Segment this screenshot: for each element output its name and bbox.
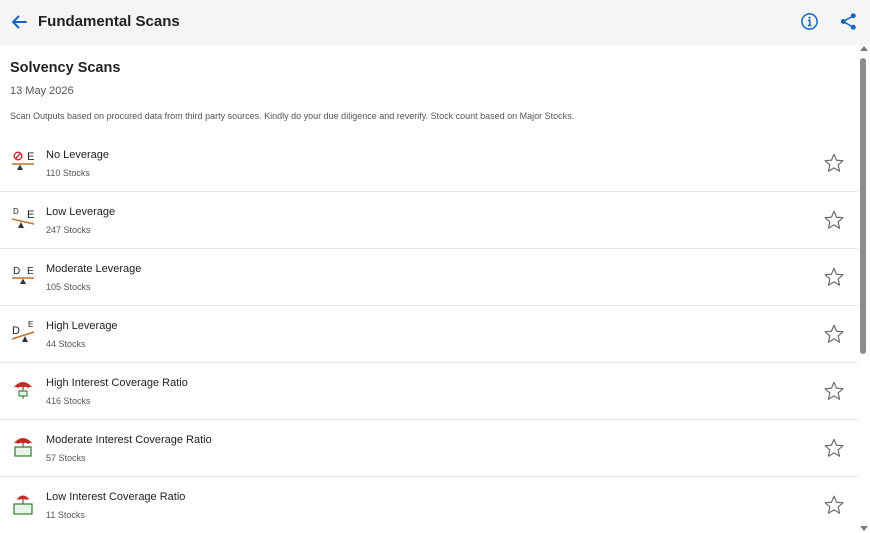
star-icon[interactable] [823, 437, 845, 459]
scan-count: 57 Stocks [46, 453, 86, 463]
scrollbar-thumb[interactable] [860, 58, 866, 354]
scroll-up-arrow-icon[interactable] [860, 46, 868, 51]
section-title: Solvency Scans [10, 60, 121, 76]
scan-name: Low Interest Coverage Ratio [46, 491, 186, 503]
star-icon[interactable] [823, 494, 845, 516]
disclaimer-text: Scan Outputs based on procured data from… [10, 111, 575, 121]
scan-count: 416 Stocks [46, 396, 91, 406]
star-icon[interactable] [823, 380, 845, 402]
info-icon[interactable] [800, 12, 819, 31]
scan-name: Moderate Interest Coverage Ratio [46, 434, 212, 446]
app-header: Fundamental Scans [0, 0, 870, 45]
star-icon[interactable] [823, 323, 845, 345]
share-icon[interactable] [839, 12, 858, 31]
scan-list: E No Leverage 110 Stocks D E Low Leverag… [0, 135, 858, 533]
scan-name: High Leverage [46, 320, 118, 332]
high-leverage-icon: D E [11, 320, 35, 342]
low-leverage-icon: D E [11, 207, 34, 228]
scan-content: Solvency Scans 13 May 2026 Scan Outputs … [0, 45, 858, 533]
scan-row-moderate-leverage[interactable]: D E Moderate Leverage 105 Stocks [0, 249, 858, 306]
vertical-scrollbar[interactable] [858, 45, 870, 533]
scroll-down-arrow-icon[interactable] [860, 526, 868, 531]
no-leverage-icon: E [12, 151, 34, 170]
scan-row-low-leverage[interactable]: D E Low Leverage 247 Stocks [0, 192, 858, 249]
scan-row-high-interest-coverage[interactable]: High Interest Coverage Ratio 416 Stocks [0, 363, 858, 420]
umbrella-money-icon [13, 382, 33, 399]
svg-text:D: D [13, 207, 19, 216]
scan-count: 247 Stocks [46, 225, 91, 235]
scan-name: No Leverage [46, 149, 109, 161]
star-icon[interactable] [823, 266, 845, 288]
scan-row-low-interest-coverage[interactable]: Low Interest Coverage Ratio 11 Stocks [0, 477, 858, 533]
svg-text:E: E [27, 209, 34, 221]
svg-text:E: E [27, 151, 34, 163]
scan-row-moderate-interest-coverage[interactable]: Moderate Interest Coverage Ratio 57 Stoc… [0, 420, 858, 477]
umbrella-money-icon [13, 438, 33, 457]
svg-text:E: E [28, 320, 33, 329]
section-date: 13 May 2026 [10, 85, 74, 97]
svg-text:E: E [27, 266, 34, 277]
scan-count: 44 Stocks [46, 339, 86, 349]
umbrella-money-icon [13, 495, 33, 515]
scan-row-no-leverage[interactable]: E No Leverage 110 Stocks [0, 135, 858, 192]
scan-name: Moderate Leverage [46, 263, 142, 275]
scan-row-high-leverage[interactable]: D E High Leverage 44 Stocks [0, 306, 858, 363]
scan-name: Low Leverage [46, 206, 116, 218]
star-icon[interactable] [823, 152, 845, 174]
scan-count: 110 Stocks [46, 168, 90, 178]
svg-text:D: D [12, 325, 20, 337]
moderate-leverage-icon: D E [12, 266, 34, 284]
svg-text:D: D [13, 266, 20, 277]
scan-name: High Interest Coverage Ratio [46, 377, 188, 389]
page-title: Fundamental Scans [38, 13, 180, 30]
scan-count: 105 Stocks [46, 282, 91, 292]
star-icon[interactable] [823, 209, 845, 231]
back-arrow-icon[interactable] [9, 12, 29, 32]
scan-count: 11 Stocks [46, 510, 85, 520]
